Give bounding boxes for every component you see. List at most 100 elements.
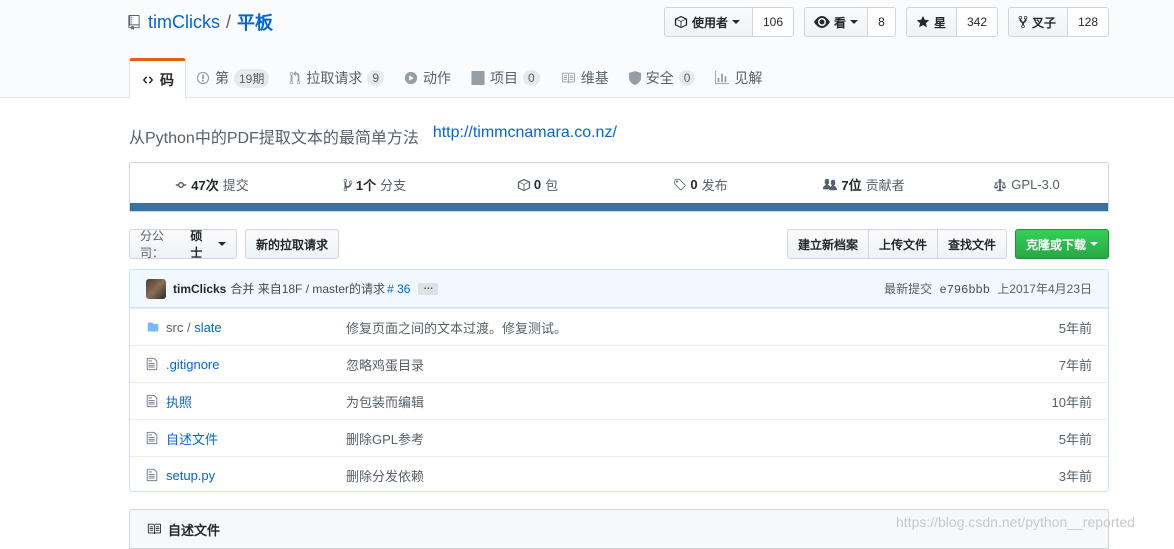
- code-icon: [142, 75, 154, 84]
- commit-pr-link[interactable]: # 36: [387, 282, 410, 296]
- view-count[interactable]: 8: [868, 7, 896, 37]
- fork-button[interactable]: 叉子: [1008, 7, 1068, 37]
- graph-icon: [715, 71, 730, 85]
- eye-icon: [814, 16, 830, 28]
- file-commit-message[interactable]: 删除分发依赖: [346, 466, 992, 485]
- license-summary[interactable]: GPL-3.0: [945, 163, 1108, 206]
- chevron-down-icon: [1090, 242, 1098, 246]
- watermark-text: https://blog.csdn.net/python__reported: [896, 514, 1135, 530]
- avatar[interactable]: [146, 278, 166, 299]
- tab-label: 码: [160, 71, 174, 88]
- file-commit-message[interactable]: 为包装而编辑: [346, 392, 992, 411]
- repo-nav-tabs: 码 第 19期 拉取请求 9 动作 项目 0 维基 安全 0 见解: [129, 58, 772, 99]
- repo-owner-link[interactable]: timClicks: [148, 12, 220, 33]
- star-count[interactable]: 342: [957, 7, 998, 37]
- packages-summary[interactable]: 0包: [456, 163, 619, 206]
- branches-summary[interactable]: 1个 分支: [293, 163, 456, 206]
- file-commit-message[interactable]: 修复页面之间的文本过渡。修复测试。: [346, 318, 992, 337]
- branches-label: 分支: [380, 178, 407, 193]
- dir-name: src: [166, 319, 184, 335]
- commit-author[interactable]: timClicks: [173, 282, 226, 296]
- issue-icon: [196, 71, 210, 85]
- commit-icon: [176, 181, 187, 188]
- repo-title: timClicks / 平板: [128, 9, 273, 35]
- chevron-down-icon: [732, 20, 741, 24]
- branch-toolbar: 分公司： 硕士 新的拉取请求: [129, 229, 339, 260]
- tab-code[interactable]: 码: [129, 58, 186, 99]
- homepage-link[interactable]: http://timmcnamara.co.nz/: [433, 124, 617, 148]
- clone-download-button[interactable]: 克隆或下载: [1015, 229, 1109, 259]
- view-button[interactable]: 看: [804, 7, 868, 37]
- create-file-button[interactable]: 建立新档案: [787, 229, 869, 259]
- tag-icon: [674, 178, 687, 190]
- tab-label: 第: [215, 70, 229, 86]
- file-icon: [146, 431, 166, 445]
- file-name[interactable]: 执照: [166, 392, 346, 411]
- table-row[interactable]: 自述文件 删除GPL参考 5年前: [130, 419, 1108, 456]
- star-button[interactable]: 星: [906, 7, 957, 37]
- file-name[interactable]: 自述文件: [166, 429, 346, 448]
- play-icon: [404, 71, 418, 85]
- clone-label: 克隆或下载: [1026, 237, 1087, 252]
- file-browser: timClicks 合并 来自18F / master的请求 # 36 … 最新…: [129, 269, 1109, 492]
- latest-commit: timClicks 合并 来自18F / master的请求 # 36 … 最新…: [130, 270, 1108, 308]
- upload-files-button[interactable]: 上传文件: [869, 229, 938, 259]
- projects-count-badge: 0: [523, 70, 540, 86]
- tab-pull-requests[interactable]: 拉取请求 9: [279, 58, 394, 98]
- fork-count[interactable]: 128: [1068, 7, 1109, 37]
- tab-wiki[interactable]: 维基: [550, 58, 619, 98]
- tab-security[interactable]: 安全 0: [619, 58, 706, 98]
- repo-name-link[interactable]: 平板: [237, 9, 273, 35]
- commit-sha[interactable]: e796bbb: [940, 283, 990, 297]
- people-icon: [823, 178, 838, 190]
- fork-label: 叉子: [1032, 15, 1057, 30]
- book-icon: [561, 72, 575, 84]
- tab-projects[interactable]: 项目 0: [461, 58, 550, 98]
- repo-summary: 47次 提交 1个 分支 0包 0 发布 7位 贡献者 GPL-3.0: [129, 162, 1109, 212]
- contributors-count: 7位: [841, 178, 862, 193]
- commits-count: 47次: [191, 178, 219, 193]
- tab-label: 项目: [490, 70, 519, 86]
- chevron-down-icon: [218, 242, 226, 246]
- new-pull-request-button[interactable]: 新的拉取请求: [245, 229, 339, 259]
- commit-date: 上2017年4月23日: [997, 282, 1092, 296]
- issues-count-badge: 19期: [234, 68, 270, 88]
- file-commit-message[interactable]: 删除GPL参考: [346, 429, 992, 448]
- file-name[interactable]: src / slate: [166, 320, 346, 335]
- file-age: 5年前: [1058, 431, 1092, 447]
- branches-count: 1个: [355, 178, 377, 193]
- table-row[interactable]: .gitignore 忽略鸡蛋目录 7年前: [130, 345, 1108, 382]
- tab-label: 维基: [580, 70, 609, 86]
- contributors-summary[interactable]: 7位 贡献者: [782, 163, 945, 206]
- commit-message[interactable]: 合并 来自18F / master的请求: [230, 280, 385, 297]
- file-commit-message[interactable]: 忽略鸡蛋目录: [346, 355, 992, 374]
- watch-count[interactable]: 106: [753, 7, 794, 37]
- tab-insights[interactable]: 见解: [705, 58, 772, 98]
- tab-issues[interactable]: 第 19期: [186, 58, 279, 98]
- language-bar: [130, 203, 1108, 211]
- tab-label: 拉取请求: [306, 70, 363, 86]
- find-file-button[interactable]: 查找文件: [938, 229, 1007, 259]
- contributors-label: 贡献者: [865, 178, 905, 193]
- file-name[interactable]: .gitignore: [166, 357, 346, 372]
- package-icon: [517, 178, 530, 191]
- releases-summary[interactable]: 0 发布: [619, 163, 782, 206]
- watch-label: 使用者: [692, 15, 729, 30]
- tab-actions[interactable]: 动作: [394, 58, 461, 98]
- security-count-badge: 0: [678, 70, 696, 86]
- book-icon: [147, 523, 161, 535]
- file-name[interactable]: setup.py: [166, 468, 346, 483]
- expand-commit-button[interactable]: …: [418, 281, 439, 295]
- table-row[interactable]: 执照 为包装而编辑 10年前: [130, 382, 1108, 419]
- fork-action: 叉子 128: [1008, 7, 1109, 37]
- commits-summary[interactable]: 47次 提交: [130, 163, 293, 206]
- branch-select[interactable]: 分公司： 硕士: [129, 229, 237, 260]
- table-row[interactable]: setup.py 删除分发依赖 3年前: [130, 456, 1108, 491]
- table-row[interactable]: src / slate 修复页面之间的文本过渡。修复测试。 5年前: [130, 308, 1108, 345]
- project-icon: [471, 71, 485, 85]
- latest-label: 最新提交: [884, 282, 933, 296]
- license-label: GPL-3.0: [1011, 177, 1060, 192]
- commits-label: 提交: [222, 178, 249, 193]
- file-age: 5年前: [1058, 320, 1092, 336]
- watch-button[interactable]: 使用者: [664, 7, 753, 37]
